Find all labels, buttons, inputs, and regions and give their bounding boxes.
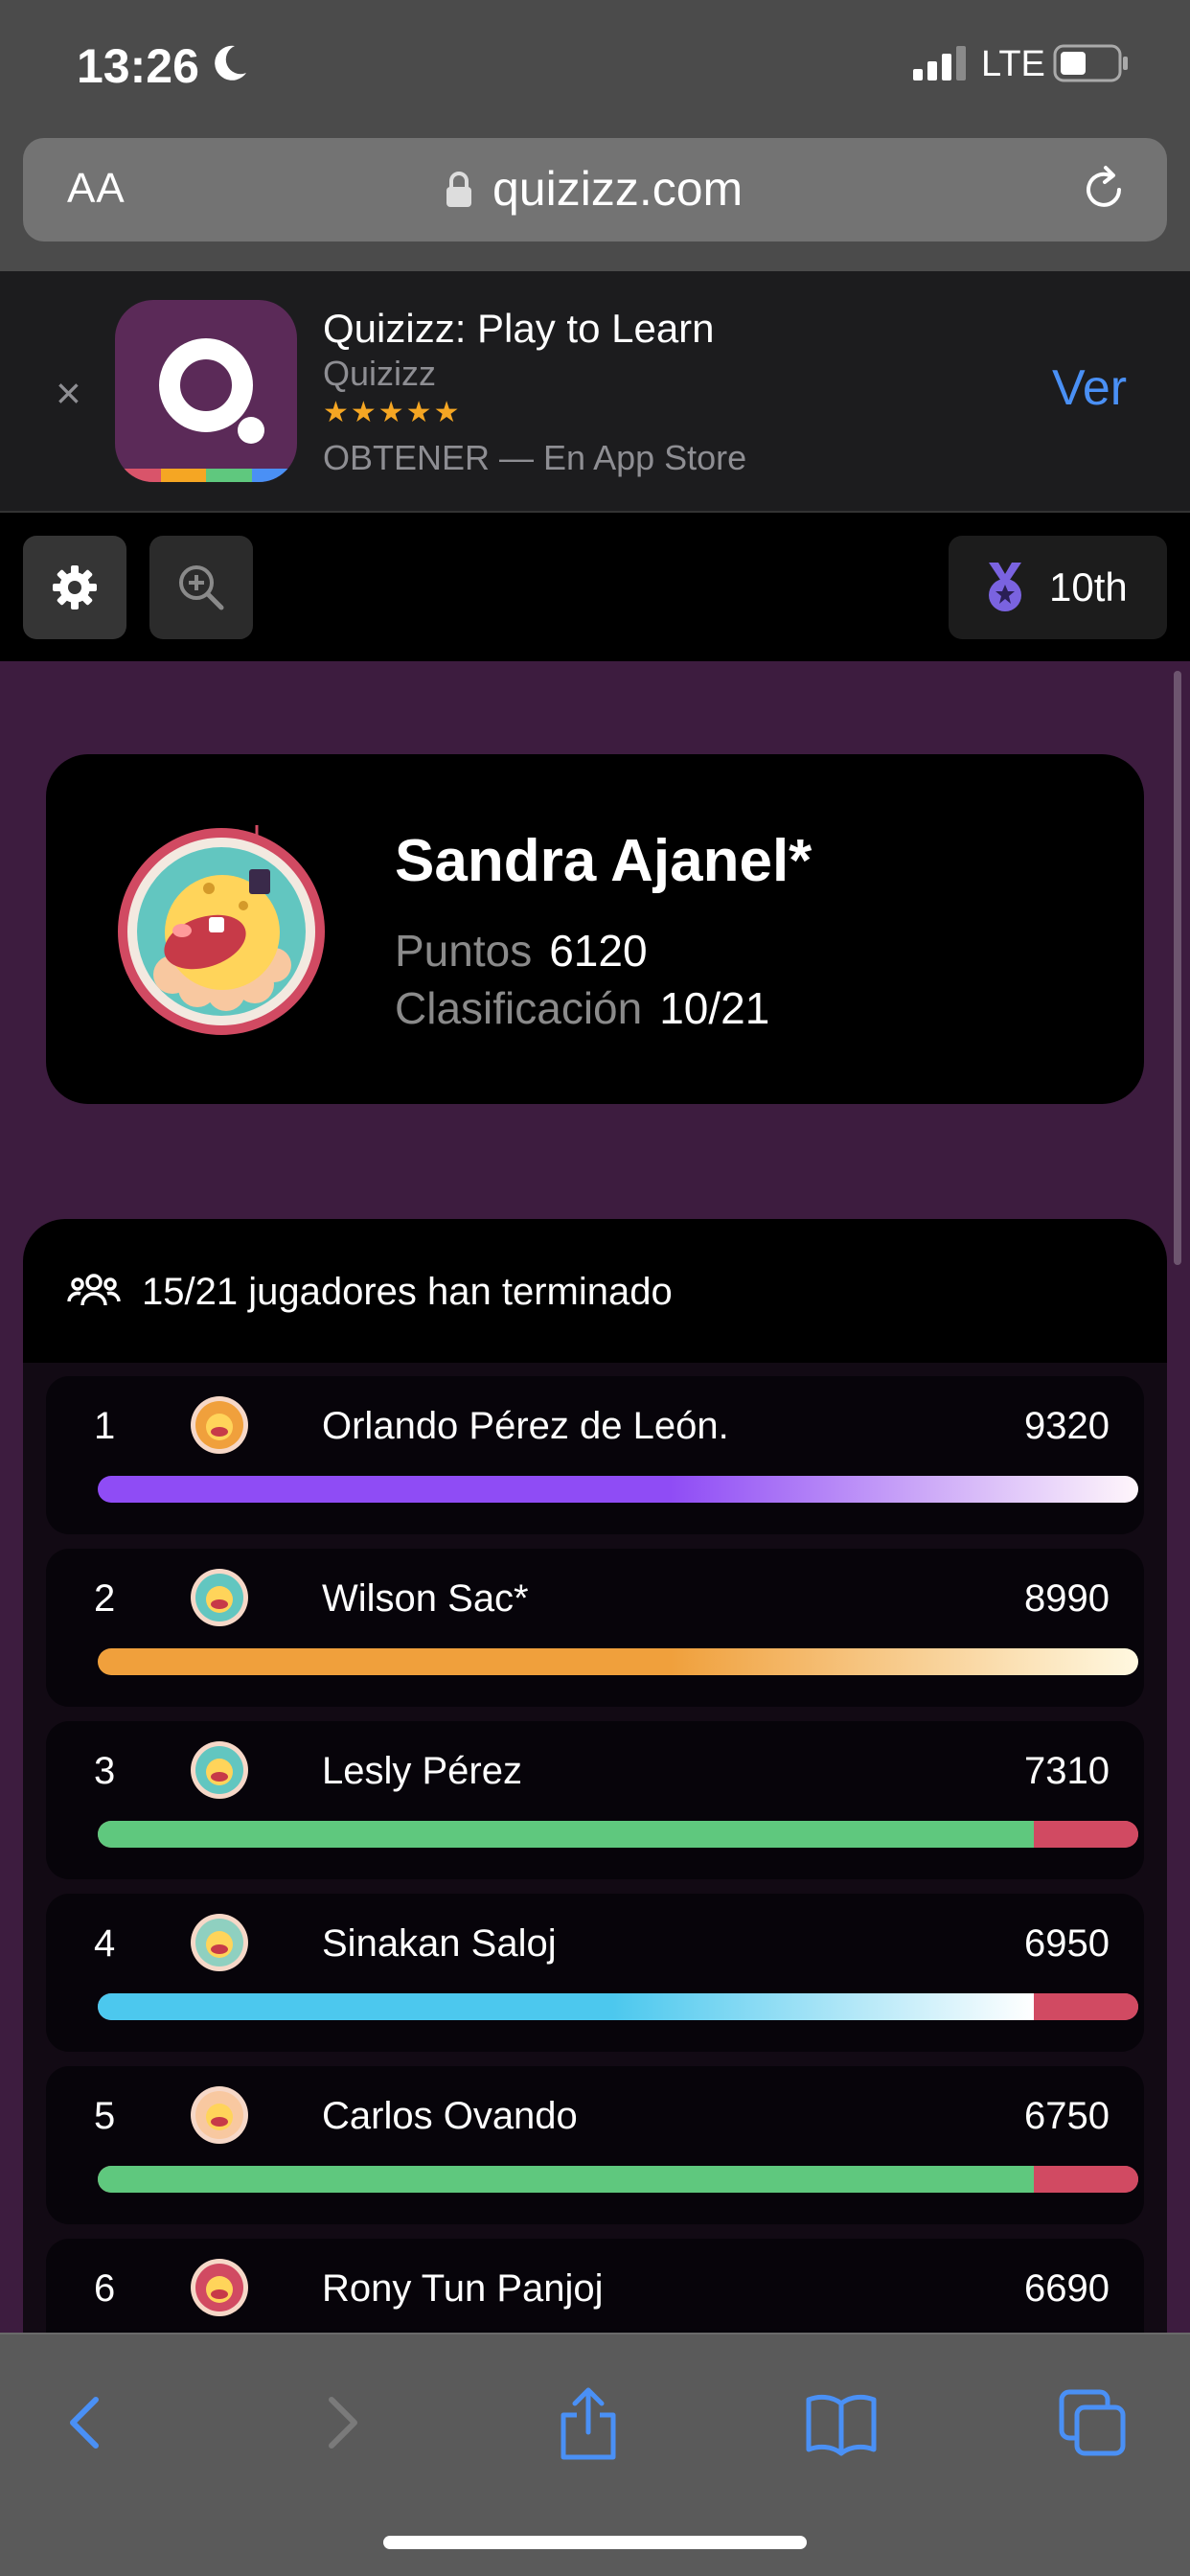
gear-icon xyxy=(53,565,97,610)
row-player-name: Carlos Ovando xyxy=(322,2095,578,2137)
rank-label: Clasificación xyxy=(395,983,643,1033)
players-finished-text: 15/21 jugadores han terminado xyxy=(142,1271,673,1313)
moon-icon xyxy=(215,45,246,80)
wizard-avatar xyxy=(191,1914,248,1971)
address-bar[interactable]: AA quizizz.com xyxy=(23,138,1167,242)
points-label: Puntos xyxy=(395,926,533,976)
monster-avatar xyxy=(191,1741,248,1799)
lock-icon xyxy=(446,172,471,207)
view-app-button[interactable]: Ver xyxy=(1052,359,1127,417)
row-player-name: Wilson Sac* xyxy=(322,1577,529,1620)
row-rank: 6 xyxy=(94,2267,116,2310)
leaderboard-list: 1 Orlando Pérez de León. 9320 2 Wilson Sac* 8… xyxy=(23,1363,1167,2465)
accuracy-bar-incorrect xyxy=(1034,1993,1138,2020)
quizizz-app-icon xyxy=(115,300,297,482)
robot-avatar xyxy=(191,2259,248,2316)
row-score: 8990 xyxy=(1024,1577,1110,1620)
row-rank: 4 xyxy=(94,1922,116,1965)
leaderboard-row: 4 Sinakan Saloj 6950 xyxy=(46,1894,1144,2052)
forward-icon[interactable] xyxy=(316,2384,368,2461)
player-name: Sandra Ajanel* xyxy=(395,828,812,894)
tabs-icon[interactable] xyxy=(1058,2384,1129,2461)
leaderboard-row: 3 Lesly Pérez 7310 xyxy=(46,1721,1144,1879)
row-rank: 3 xyxy=(94,1750,116,1792)
accuracy-bar-correct xyxy=(98,2166,1035,2193)
lightbulb-avatar xyxy=(191,1569,248,1626)
scrollbar[interactable] xyxy=(1174,671,1181,1265)
players-group-icon xyxy=(67,1274,121,1306)
accuracy-bar-correct xyxy=(98,1648,1138,1675)
settings-button[interactable] xyxy=(23,536,126,639)
back-icon[interactable] xyxy=(59,2384,111,2461)
app-store-banner: × Quizizz: Play to Learn Quizizz ★★★★★ O… xyxy=(0,271,1190,513)
zoom-in-icon xyxy=(179,565,224,610)
rank-badge[interactable]: 10th xyxy=(949,536,1167,639)
share-icon[interactable] xyxy=(554,2384,623,2461)
accuracy-bar xyxy=(98,1993,1138,2020)
leaderboard-row: 1 Orlando Pérez de León. 9320 xyxy=(46,1376,1144,1534)
battery-icon xyxy=(1053,44,1128,82)
accuracy-bar-incorrect xyxy=(1034,2166,1138,2193)
home-indicator xyxy=(383,2536,807,2549)
player-avatar xyxy=(118,825,325,1035)
row-player-name: Orlando Pérez de León. xyxy=(322,1405,729,1447)
app-name: Quizizz: Play to Learn xyxy=(323,306,715,351)
app-rating-stars: ★★★★★ xyxy=(323,397,462,428)
rank-value: 10/21 xyxy=(659,983,770,1033)
browser-top-chrome: 13:26 LTE AA quizizz.com xyxy=(0,0,1190,271)
app-get-text: OBTENER — En App Store xyxy=(323,438,747,477)
row-score: 6690 xyxy=(1024,2267,1110,2310)
points-value: 6120 xyxy=(549,926,648,976)
leaderboard-row: 2 Wilson Sac* 8990 xyxy=(46,1549,1144,1707)
player-points: Puntos 6120 xyxy=(395,925,648,977)
bookmarks-icon[interactable] xyxy=(803,2384,880,2461)
row-score: 6950 xyxy=(1024,1922,1110,1965)
quiz-toolbar: 10th xyxy=(0,513,1190,661)
text-size-button[interactable]: AA xyxy=(67,165,126,213)
row-rank: 1 xyxy=(94,1405,116,1447)
medal-icon xyxy=(989,563,1021,611)
row-player-name: Rony Tun Panjoj xyxy=(322,2267,604,2310)
row-score: 7310 xyxy=(1024,1750,1110,1792)
accuracy-bar xyxy=(98,1476,1138,1503)
leaderboard: 15/21 jugadores han terminado 1 Orlando P… xyxy=(23,1219,1167,2465)
leaderboard-header: 15/21 jugadores han terminado xyxy=(23,1219,1167,1363)
ice-cream-mask-avatar xyxy=(191,1396,248,1454)
accuracy-bar xyxy=(98,1648,1138,1675)
status-time: 13:26 xyxy=(77,39,199,93)
row-rank: 5 xyxy=(94,2095,116,2137)
leaderboard-row: 5 Carlos Ovando 6750 xyxy=(46,2066,1144,2224)
accuracy-bar xyxy=(98,2166,1138,2193)
rank-text: 10th xyxy=(1049,564,1128,610)
zoom-button[interactable] xyxy=(149,536,253,639)
signal-strength-icon xyxy=(913,46,966,80)
accuracy-bar xyxy=(98,1821,1138,1848)
app-developer: Quizizz xyxy=(323,354,437,393)
accuracy-bar-correct xyxy=(98,1821,1035,1848)
accuracy-bar-correct xyxy=(98,1476,1138,1503)
row-score: 6750 xyxy=(1024,2095,1110,2137)
player-rank: Clasificación 10/21 xyxy=(395,982,769,1034)
accuracy-bar-correct xyxy=(98,1993,1035,2020)
row-player-name: Lesly Pérez xyxy=(322,1750,522,1792)
accuracy-bar-incorrect xyxy=(1034,1821,1138,1848)
player-card: Sandra Ajanel* Puntos 6120 Clasificación 1… xyxy=(46,754,1144,1104)
text-size-label: AA xyxy=(67,165,126,212)
row-score: 9320 xyxy=(1024,1405,1110,1447)
banner-close-button[interactable]: × xyxy=(56,371,81,415)
network-type: LTE xyxy=(981,44,1045,84)
row-rank: 2 xyxy=(94,1577,116,1620)
ice-cream-cone-avatar xyxy=(191,2086,248,2144)
row-player-name: Sinakan Saloj xyxy=(322,1922,557,1965)
reload-icon[interactable] xyxy=(1077,163,1131,217)
url-text: quizizz.com xyxy=(492,162,744,216)
